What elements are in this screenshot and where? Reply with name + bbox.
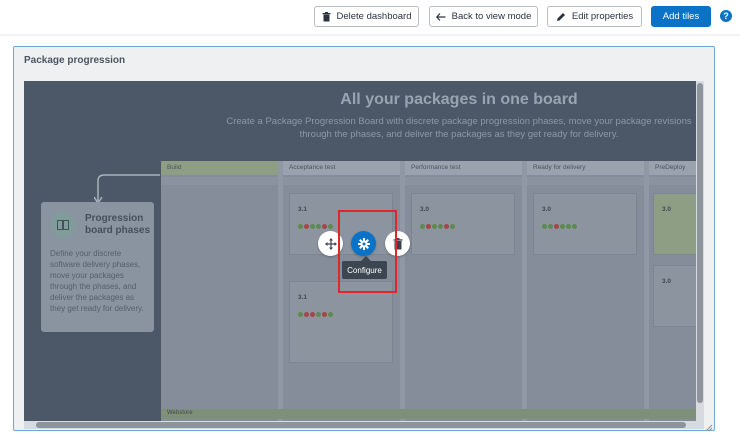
horizontal-scroll-thumb[interactable] (36, 422, 686, 428)
package-version: 3.0 (662, 278, 672, 285)
swimlane-label: Webstore (161, 409, 704, 419)
column-header: Performance test (405, 161, 522, 175)
board-column: Build (161, 161, 278, 421)
pencil-icon (556, 12, 565, 21)
toolbar-divider (0, 34, 740, 36)
hero-title: All your packages in one board (340, 91, 578, 108)
progression-phases-card: Progression board phases Define your dis… (41, 202, 154, 332)
vertical-scrollbar[interactable] (696, 81, 704, 421)
board-column: Ready for delivery 3.0 (527, 161, 644, 421)
move-icon (324, 237, 337, 250)
tile-title: Package progression (24, 55, 126, 66)
package-version: 3.1 (298, 294, 308, 301)
package-version: 3.0 (542, 206, 552, 213)
column-subheader (283, 177, 400, 185)
status-dots (420, 216, 456, 234)
phases-description: Define your discrete software delivery p… (50, 249, 144, 313)
book-icon (50, 212, 76, 238)
progression-board: Build Acceptance test 3.1 3.1 Performanc… (161, 161, 704, 421)
horizontal-scrollbar[interactable] (24, 421, 704, 429)
help-label: ? (723, 11, 729, 21)
package-version: 3.1 (298, 206, 308, 213)
delete-dashboard-button[interactable]: Delete dashboard (314, 6, 419, 27)
help-icon[interactable]: ? (720, 10, 732, 22)
column-subheader (527, 177, 644, 185)
dashboard-toolbar: Delete dashboard Back to view mode Edit … (0, 0, 740, 34)
package-card: 3.0 (533, 193, 637, 255)
add-tiles-label: Add tiles (662, 11, 700, 22)
add-tiles-button[interactable]: Add tiles (651, 6, 711, 27)
package-version: 3.0 (420, 206, 430, 213)
phases-heading: Progression board phases (85, 213, 151, 236)
column-subheader (405, 177, 522, 185)
arrow-left-icon (435, 12, 446, 21)
edit-properties-label: Edit properties (571, 11, 634, 22)
status-dots (542, 216, 578, 234)
package-card: 3.0 (411, 193, 515, 255)
vertical-scroll-thumb[interactable] (697, 83, 703, 403)
connector-arrow-icon (94, 174, 160, 205)
edit-properties-button[interactable]: Edit properties (547, 6, 642, 27)
highlight-box (338, 210, 397, 293)
resize-handle-icon[interactable] (703, 422, 713, 432)
trash-icon (322, 11, 330, 21)
package-version: 3.0 (662, 206, 672, 213)
column-header: Ready for delivery (527, 161, 644, 175)
delete-dashboard-label: Delete dashboard (336, 11, 412, 22)
back-to-view-mode-label: Back to view mode (451, 11, 532, 22)
back-to-view-mode-button[interactable]: Back to view mode (429, 6, 538, 27)
board-column: Performance test 3.0 (405, 161, 522, 421)
column-header: Build (161, 161, 278, 175)
column-header: Acceptance test (283, 161, 400, 175)
package-card: 3.1 (289, 281, 393, 363)
hero-subtitle: Create a Package Progression Board with … (226, 116, 692, 140)
column-subheader (161, 177, 278, 185)
status-dots (298, 304, 334, 322)
